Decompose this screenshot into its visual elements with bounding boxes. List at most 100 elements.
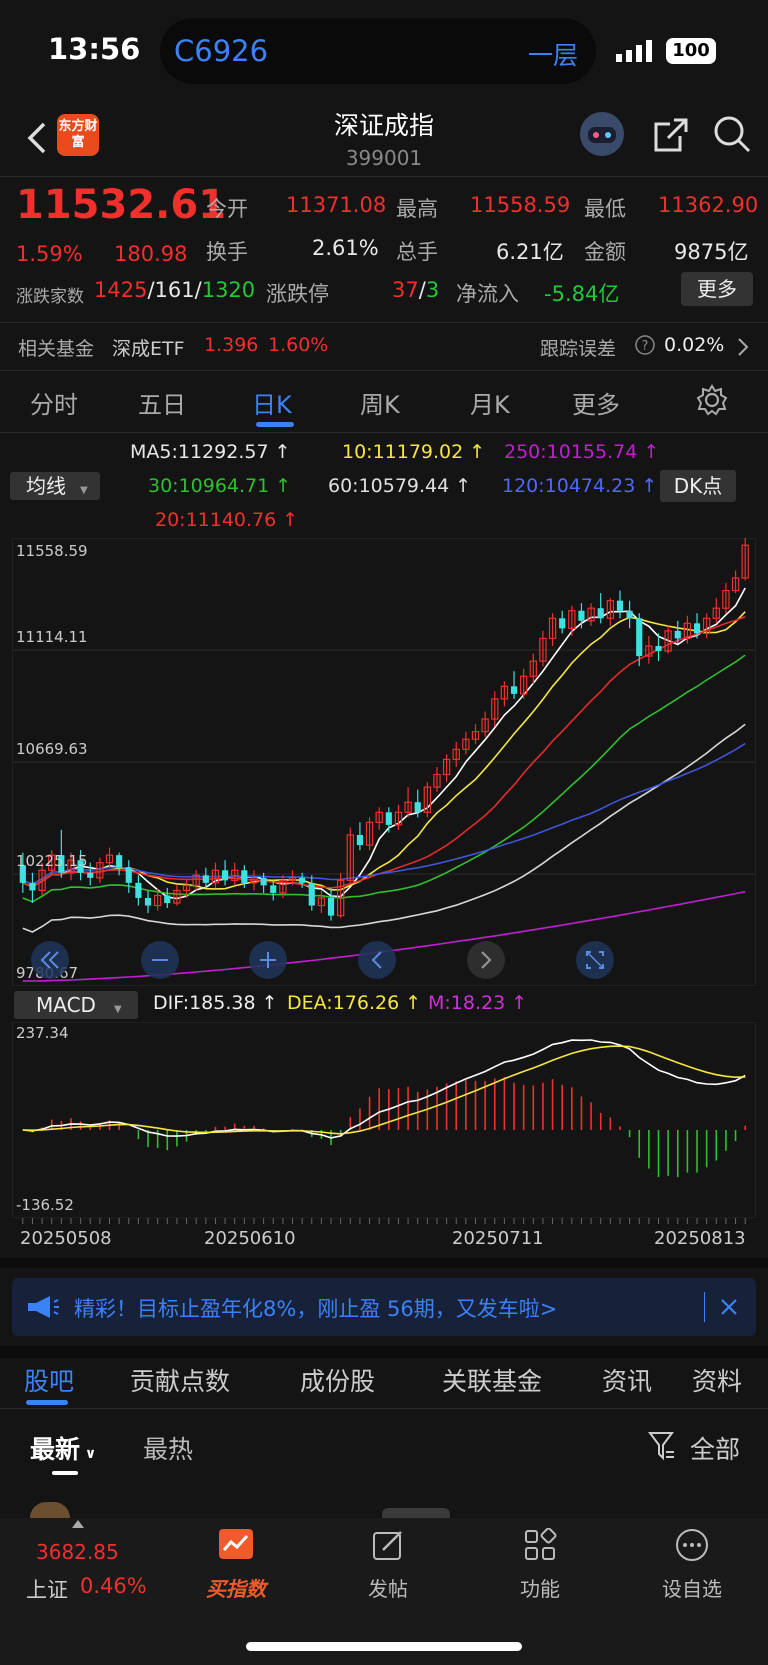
- candle: [308, 882, 315, 906]
- tab-related-funds[interactable]: 关联基金: [442, 1362, 542, 1398]
- low-label: 最低: [584, 197, 626, 221]
- updown-label: 涨跌家数: [16, 287, 84, 307]
- change-value: 180.98: [114, 242, 188, 266]
- fund-name[interactable]: 深成ETF: [112, 334, 185, 361]
- signal-icon: [616, 40, 652, 62]
- robot-avatar-icon[interactable]: [576, 110, 628, 158]
- y-tick-4: 10225.15: [16, 852, 88, 870]
- y-tick-3: 10669.63: [16, 740, 88, 758]
- candle: [221, 870, 229, 881]
- nav-post[interactable]: 发帖: [348, 1528, 428, 1602]
- scroll-right-icon[interactable]: [466, 940, 506, 980]
- y-tick-2: 11114.11: [16, 628, 88, 646]
- candle: [674, 630, 681, 639]
- x-tick-3: 20250711: [452, 1228, 544, 1249]
- candle: [87, 872, 94, 878]
- sort-latest[interactable]: 最新 ∨: [30, 1430, 96, 1466]
- candle: [125, 867, 132, 883]
- x-tick-2: 20250610: [204, 1228, 296, 1249]
- candle: [626, 610, 633, 619]
- fund-label: 相关基金: [18, 338, 95, 360]
- low-value: 11362.90: [658, 193, 759, 217]
- scroll-left-fast-icon[interactable]: [30, 940, 70, 980]
- fullscreen-icon[interactable]: [575, 940, 615, 980]
- x-tick-4: 20250813: [654, 1228, 746, 1249]
- candle: [636, 618, 643, 657]
- share-icon[interactable]: [652, 116, 690, 154]
- open-value: 11371.08: [286, 193, 387, 217]
- macd-selector[interactable]: MACD ▼: [14, 991, 138, 1019]
- candle: [356, 834, 364, 846]
- change-pct: 1.59%: [16, 242, 83, 266]
- limit-label: 涨跌停: [266, 282, 329, 306]
- tracking-label: 跟踪误差: [540, 338, 617, 360]
- scroll-left-icon[interactable]: [357, 940, 397, 980]
- bottom-nav: 3682.85 上证 0.46% 买指数 发帖 功能 设自选: [0, 1518, 768, 1665]
- tab-contribution[interactable]: 贡献点数: [130, 1362, 230, 1398]
- search-icon[interactable]: [712, 114, 752, 154]
- tab-news[interactable]: 资讯: [602, 1362, 652, 1398]
- close-icon[interactable]: [720, 1298, 738, 1316]
- ma120-line: [22, 742, 746, 885]
- tab-monthly-k[interactable]: 月K: [470, 385, 510, 420]
- tab-five-day[interactable]: 五日: [138, 385, 186, 420]
- nav-functions[interactable]: 功能: [500, 1527, 580, 1602]
- sh-index-pct[interactable]: 0.46%: [80, 1574, 147, 1598]
- nav-add-watchlist[interactable]: 设自选: [652, 1528, 732, 1602]
- dif-label: DIF:185.38 ↑: [153, 992, 278, 1014]
- candle: [270, 885, 277, 893]
- sh-index-price[interactable]: 3682.85: [36, 1540, 119, 1564]
- m-label: M:18.23 ↑: [428, 992, 528, 1014]
- updown-counts: 1425/161/1320: [94, 278, 256, 302]
- x-tick-1: 20250508: [20, 1228, 112, 1249]
- filter-all[interactable]: 全部: [690, 1430, 740, 1466]
- ma5-label: MA5:11292.57 ↑: [130, 441, 291, 463]
- ma-selector[interactable]: 均线 ▼: [10, 472, 100, 500]
- tab-profile[interactable]: 资料: [692, 1362, 742, 1398]
- candle: [299, 877, 306, 883]
- price: 11532.61: [16, 182, 227, 228]
- candle: [327, 897, 335, 916]
- candle: [414, 802, 421, 813]
- ma120-label: 120:10474.23 ↑: [502, 475, 658, 497]
- dk-point-button[interactable]: DK点: [660, 470, 736, 502]
- open-label: 今开: [206, 197, 248, 221]
- macd-chart[interactable]: [12, 1022, 756, 1218]
- help-icon[interactable]: ?: [634, 334, 656, 356]
- nav-buy-index[interactable]: 买指数: [196, 1528, 276, 1602]
- zoom-out-icon[interactable]: [140, 940, 180, 980]
- home-indicator: [246, 1642, 522, 1651]
- sh-index-name[interactable]: 上证: [26, 1574, 68, 1604]
- tab-intraday[interactable]: 分时: [30, 385, 78, 420]
- candle: [241, 870, 248, 883]
- macd-bottom-tick: -136.52: [16, 1196, 74, 1214]
- volume-label: 总手: [396, 240, 438, 264]
- turnover-value: 2.61%: [312, 236, 379, 260]
- promo-banner[interactable]: 精彩！目标止盈年化8%，刚止盈 56期，又发车啦>: [12, 1278, 756, 1336]
- zoom-in-icon[interactable]: [248, 940, 288, 980]
- clock: 13:56: [48, 32, 141, 66]
- candle: [164, 895, 171, 904]
- chevron-right-icon[interactable]: [736, 337, 750, 357]
- active-tab-indicator: [256, 422, 294, 427]
- tab-weekly-k[interactable]: 周K: [360, 385, 400, 420]
- candle: [29, 882, 36, 891]
- candle: [385, 812, 392, 825]
- high-value: 11558.59: [470, 193, 571, 217]
- tab-constituents[interactable]: 成份股: [300, 1362, 375, 1398]
- tab-guba[interactable]: 股吧: [24, 1362, 74, 1398]
- turnover-label: 换手: [206, 240, 248, 264]
- volume-value: 6.21亿: [496, 240, 564, 264]
- ma250-label: 250:10155.74 ↑: [504, 441, 660, 463]
- tab-more[interactable]: 更多: [572, 385, 620, 420]
- more-button[interactable]: 更多: [681, 272, 753, 306]
- settings-gear-icon[interactable]: [696, 384, 728, 416]
- candle: [655, 645, 662, 652]
- filter-icon[interactable]: [648, 1430, 676, 1462]
- candlestick-chart[interactable]: [12, 538, 756, 986]
- dea-line: [22, 1045, 746, 1135]
- tab-daily-k[interactable]: 日K: [252, 385, 292, 420]
- ma10-label: 10:11179.02 ↑: [342, 441, 486, 463]
- candle: [616, 600, 624, 611]
- sort-hot[interactable]: 最热: [143, 1430, 193, 1466]
